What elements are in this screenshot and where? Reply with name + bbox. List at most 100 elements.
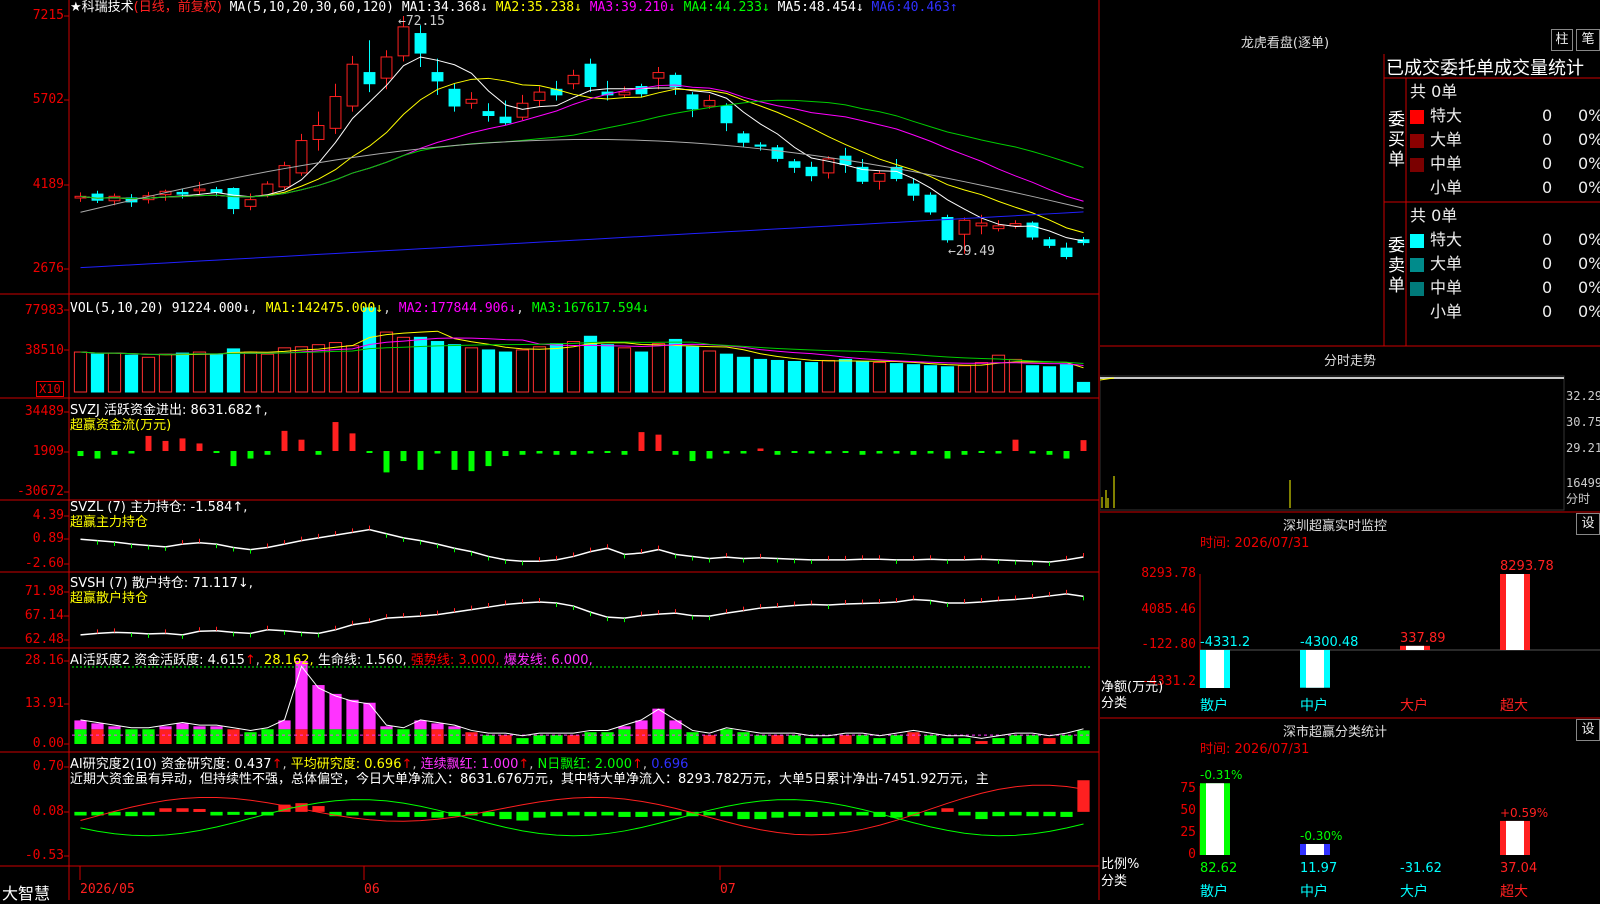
svsh-value: 71.117↓, [192, 576, 253, 591]
svzj-title: SVZJ 活跃资金进出: [70, 403, 187, 418]
low-annotation: ←29.49 [948, 244, 995, 259]
candle-body [584, 63, 597, 88]
vol-ma2-value: 177844.906↓ [430, 301, 517, 316]
buy-name-0: 特大 [1430, 106, 1463, 125]
y-tick-svzl-2: -2.60 [24, 556, 64, 571]
vol-bar [294, 346, 309, 393]
ai1-bar-base [754, 735, 767, 744]
vol-unit-badge[interactable]: X10 [36, 381, 64, 397]
sell-row-1: 大单 0 0% [1410, 252, 1600, 276]
ai2-bar [754, 811, 767, 820]
ai1-bar-base [159, 729, 172, 744]
candle-body [91, 193, 104, 201]
ma3-value: 39.210↓ [621, 0, 676, 15]
ai1-bar-base [125, 729, 138, 744]
ai2-bar [975, 811, 988, 820]
candle-body [958, 219, 971, 235]
svzj-bar [383, 450, 390, 473]
ma3-label: MA3: [589, 0, 622, 15]
ai1-bar-base [108, 729, 121, 744]
longhu-title: 龙虎看盘(逐单) [1240, 36, 1330, 51]
candle-body [482, 111, 495, 116]
svzj-bar [655, 434, 662, 451]
svzj-bar [927, 450, 934, 454]
svzj-bar [315, 450, 322, 455]
fenshi-y-1: 30.75 [1566, 415, 1600, 429]
vol-bar [396, 336, 411, 393]
sm-category-label: 中户 [1300, 697, 1328, 714]
svsh-subtitle: 超赢散户持仓 [70, 591, 149, 606]
ma2-label: MA2: [495, 0, 528, 15]
candle-body [499, 116, 512, 124]
sell-row-3: 小单 0 0% [1410, 300, 1600, 324]
buy-total: 共 0单 [1410, 82, 1458, 101]
y-tick-ai2-1: 0.08 [32, 804, 64, 819]
svzj-bar [638, 432, 645, 451]
ai2-bar [533, 811, 546, 818]
vol-bar [651, 343, 666, 393]
y-tick-svsh-0: 71.98 [24, 584, 64, 599]
candle-body [210, 189, 223, 193]
svzj-bar [281, 430, 288, 451]
sell-swatch-0 [1410, 233, 1424, 248]
ai1-bar-base [397, 729, 410, 744]
svzj-bar [791, 450, 798, 453]
buy-count-2: 0 [1542, 154, 1553, 173]
svzj-bar [944, 450, 951, 459]
candle-body [992, 225, 1005, 230]
svzj-bar [689, 450, 696, 462]
ai1-bar-base [890, 735, 903, 744]
ma5-label: MA5: [777, 0, 809, 15]
vol-bar [209, 353, 224, 393]
ai2-title: AI研究度2(10) 资金研究度: [70, 757, 231, 772]
candle-body [414, 33, 427, 54]
svzj-bar [111, 450, 118, 455]
buy-pct-1: 0% [1578, 130, 1600, 149]
svzj-bar [587, 450, 594, 454]
ai1-title: AI活跃度2 资金活跃度: [70, 653, 204, 668]
y-tick-svzj-2: -30672 [17, 484, 64, 499]
ai1-bar-top [210, 726, 223, 730]
ai2-bar [618, 811, 631, 817]
ai2-bar [839, 811, 852, 816]
ai1-bar-base [992, 738, 1005, 744]
ai1-bar-base [346, 729, 359, 744]
sm-value-label: 8293.78 [1500, 559, 1554, 574]
ai1-bar-top [74, 720, 87, 730]
ma120-line [80, 211, 1084, 269]
svzj-bar [451, 450, 458, 470]
ai2-bar [193, 808, 206, 812]
ai1-bar-top [669, 720, 682, 730]
ai1-bar-base [295, 729, 308, 744]
sell-pct-2: 0% [1578, 278, 1600, 297]
tick-mode-button[interactable]: 笔 [1576, 29, 1600, 51]
candle-body [431, 72, 444, 82]
candle-body [567, 74, 580, 85]
sell-row-0: 特大 0 0% [1410, 228, 1600, 252]
bar-mode-button[interactable]: 柱 [1551, 29, 1573, 51]
sc-bottom-label: -31.62 [1400, 861, 1442, 876]
buy-count-1: 0 [1542, 130, 1553, 149]
sz-monitor-y-2: -122.80 [1141, 637, 1196, 652]
sz-class-settings-button[interactable]: 设 [1576, 719, 1600, 741]
svzj-bar [672, 450, 679, 455]
vol-ma1-label: MA1: [265, 301, 297, 316]
sell-v2: 单 [1388, 276, 1405, 296]
ai1-bar-base [210, 729, 223, 744]
brand-label: 大智慧 [2, 884, 51, 903]
candle-body [907, 183, 920, 196]
svzj-bar [434, 450, 441, 454]
vol-bar [600, 344, 615, 393]
vol-bar [889, 363, 904, 393]
vol-bar [838, 358, 853, 393]
svzj-bar [910, 450, 917, 455]
ma6-label: MA6: [871, 0, 903, 15]
sz-monitor-settings-button[interactable]: 设 [1576, 513, 1600, 535]
vol-bar [498, 351, 513, 393]
ai2-bar [295, 803, 308, 812]
order-stats-tabs[interactable]: 已成交委托单成交量统计 [1386, 54, 1600, 80]
vol-bar [192, 351, 207, 393]
x-label-1: 06 [364, 882, 380, 897]
svzj-bar [1046, 450, 1053, 455]
ai1-strong: 强势线: 3.000, [410, 653, 500, 668]
